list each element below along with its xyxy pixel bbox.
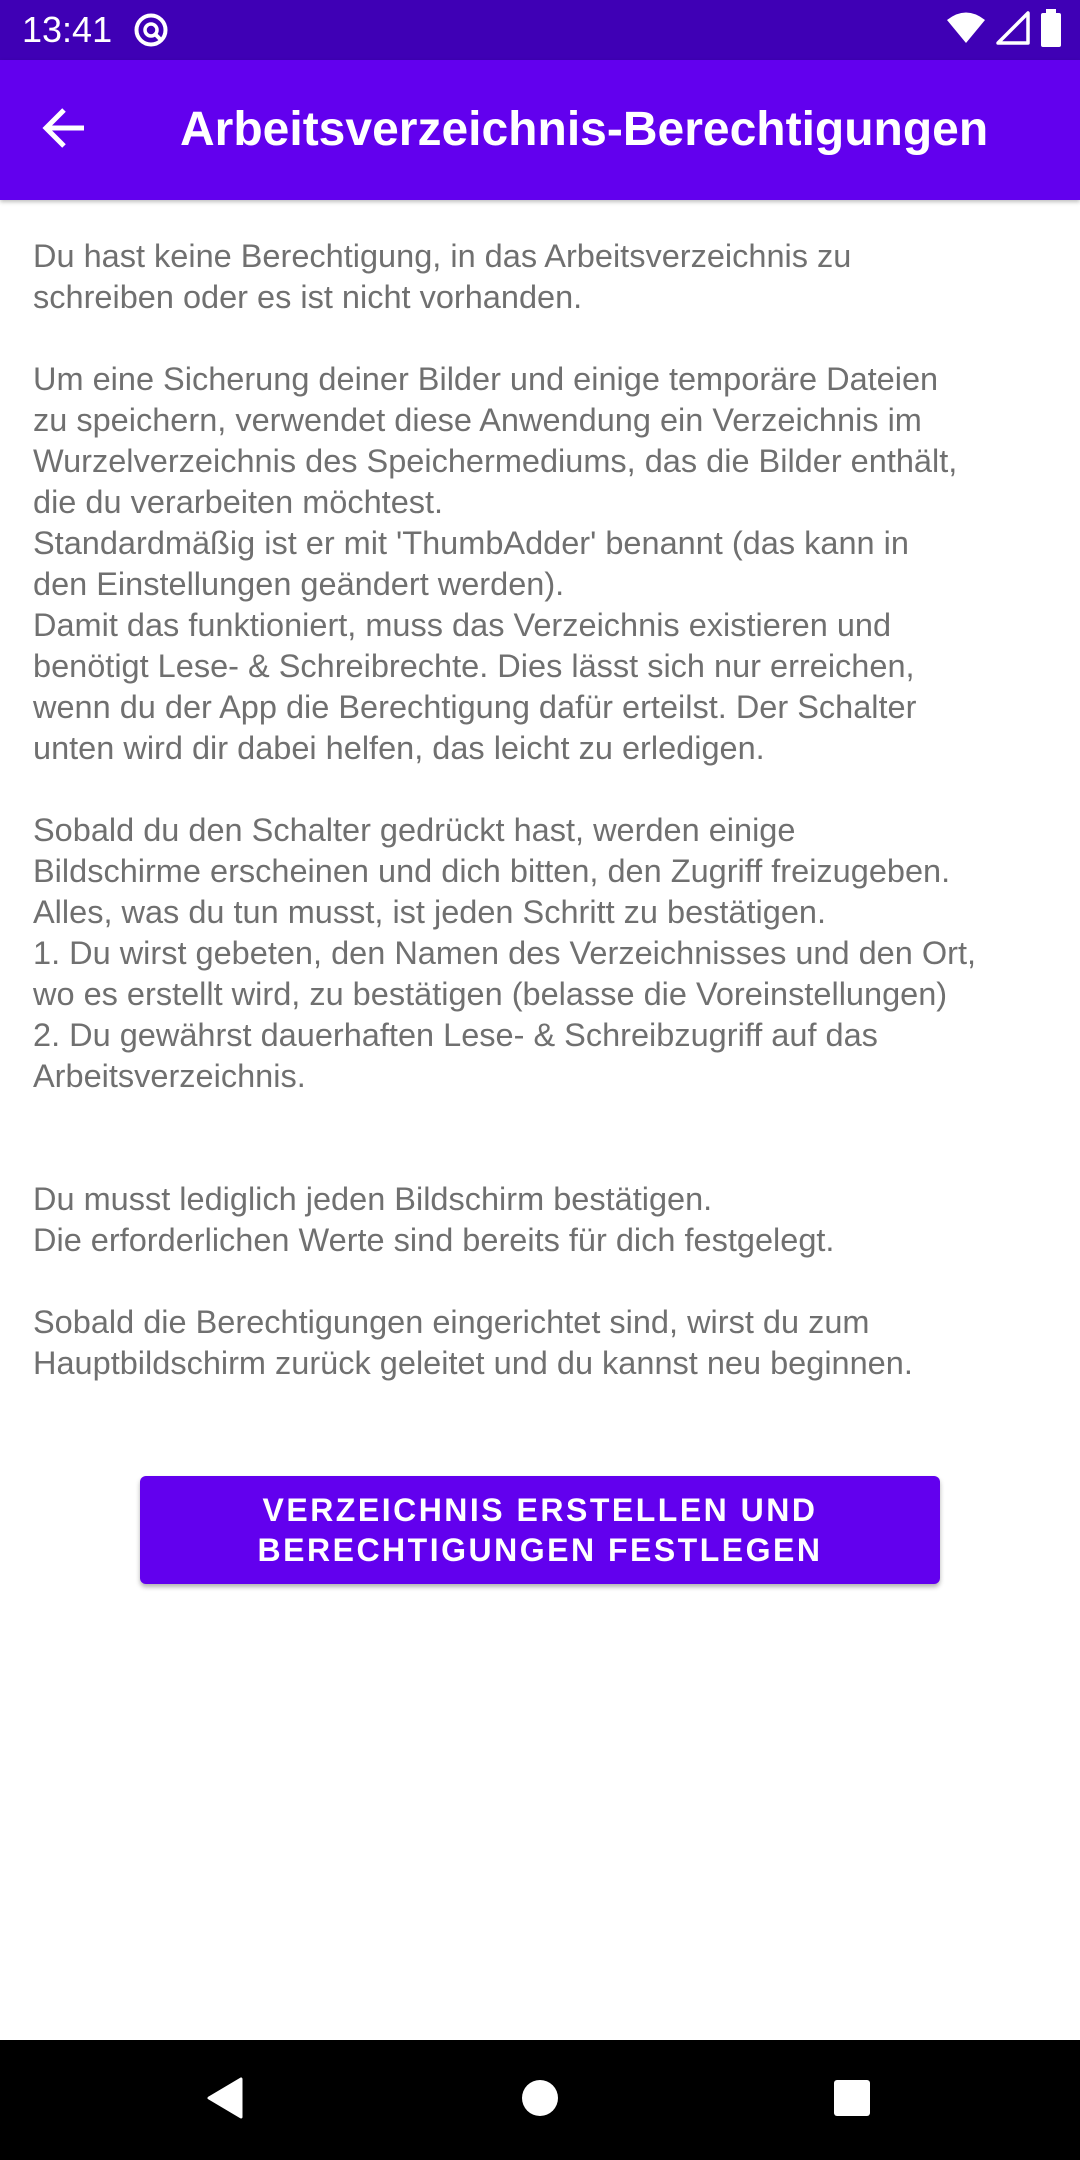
permission-description: Du hast keine Berechtigung, in das Arbei… — [33, 238, 977, 1381]
battery-icon — [1040, 8, 1062, 52]
page-title: Arbeitsverzeichnis-Berechtigungen — [180, 103, 989, 156]
wifi-icon — [946, 11, 986, 50]
navigation-bar — [0, 2040, 1080, 2160]
cell-signal-icon — [996, 10, 1030, 50]
home-circle-icon — [520, 2078, 560, 2123]
arrow-left-icon — [42, 106, 86, 155]
status-time: 13:41 — [22, 9, 113, 50]
back-triangle-icon — [205, 2076, 245, 2125]
create-directory-button[interactable]: VERZEICHNIS ERSTELLEN UND BERECHTIGUNGEN… — [140, 1476, 940, 1584]
status-bar: 13:41 — [0, 0, 1080, 60]
back-button[interactable] — [32, 98, 96, 162]
nav-recents-button[interactable] — [822, 2070, 882, 2130]
status-icons — [946, 8, 1062, 52]
screen: 13:41 Arbeitsverzeichnis-Berechtigungen … — [0, 0, 1080, 2160]
app-bar: Arbeitsverzeichnis-Berechtigungen — [0, 60, 1080, 200]
recents-square-icon — [833, 2079, 871, 2122]
nav-back-button[interactable] — [195, 2070, 255, 2130]
nav-home-button[interactable] — [510, 2070, 570, 2130]
app-notification-icon — [133, 12, 169, 48]
